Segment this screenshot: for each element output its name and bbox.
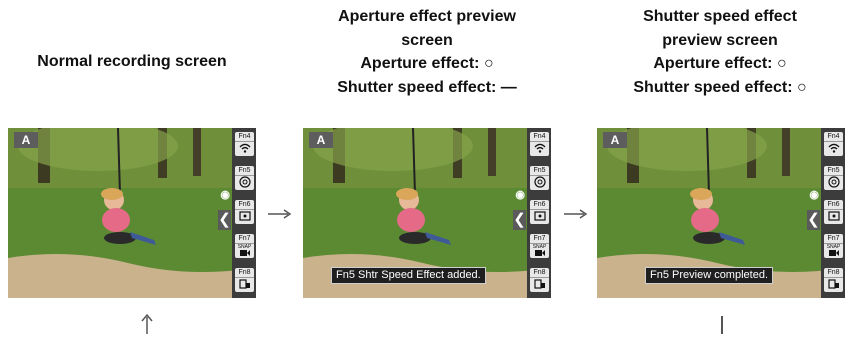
camera-screen-shutter-preview: A ◉ ❮ Fn4 Fn5 Fn6 Fn7 SNAP Fn8 Fn5 Previe…	[597, 128, 845, 298]
fn-button-strip: Fn4 Fn5 Fn6 Fn7 SNAP Fn8	[527, 128, 551, 298]
fn8-button[interactable]: Fn8	[824, 268, 843, 292]
preview-icon	[238, 279, 250, 289]
heading-shutter-preview: Shutter speed effect preview screen Aper…	[595, 5, 845, 99]
status-message: Fn5 Preview completed.	[645, 267, 773, 284]
mode-badge: A	[14, 132, 38, 148]
fn7-button[interactable]: Fn7 SNAP	[235, 234, 254, 258]
aperture-icon	[238, 176, 251, 188]
fn8-button[interactable]: Fn8	[235, 268, 254, 292]
fn-button-strip: Fn4 Fn5 Fn6 Fn7 SNAP Fn8	[232, 128, 256, 298]
heading-line: Aperture effect: ○	[653, 55, 787, 72]
fn-label: Fn6	[824, 200, 843, 210]
preview-icon	[533, 279, 545, 289]
fn-label: Fn5	[824, 166, 843, 176]
fn8-button[interactable]: Fn8	[530, 268, 549, 292]
chevron-left-icon[interactable]: ❮	[218, 210, 231, 230]
fn6-button[interactable]: Fn6	[824, 200, 843, 224]
arrow-right-icon	[564, 206, 588, 224]
heading-line: Aperture effect preview	[338, 8, 516, 25]
af-area-icon	[533, 211, 546, 221]
heading-line: preview screen	[662, 31, 778, 49]
fn-button-strip: Fn4 Fn5 Fn6 Fn7 SNAP Fn8	[821, 128, 845, 298]
fn-label: Fn7	[824, 234, 843, 244]
snap-movie-icon	[239, 250, 250, 256]
camera-screen-aperture-preview: A ◉ ❮ Fn4 Fn5 Fn6 Fn7 SNAP Fn8 Fn5 Shtr S…	[303, 128, 551, 298]
fn-label: Fn4	[235, 132, 254, 142]
status-message: Fn5 Shtr Speed Effect added.	[331, 267, 486, 284]
heading-line: screen	[401, 31, 453, 49]
heading-line: Normal recording screen	[37, 53, 227, 70]
snap-label: SNAP	[237, 244, 252, 250]
fn-label: Fn8	[235, 268, 254, 278]
fn7-button[interactable]: Fn7 SNAP	[824, 234, 843, 258]
heading-line: Aperture effect: ○	[360, 55, 494, 72]
af-glyph-icon: ◉	[515, 189, 525, 201]
af-area-icon	[827, 211, 840, 221]
snap-label: SNAP	[826, 244, 841, 250]
fn-label: Fn5	[235, 166, 254, 176]
fn-label: Fn7	[530, 234, 549, 244]
fn-label: Fn4	[824, 132, 843, 142]
fn7-button[interactable]: Fn7 SNAP	[530, 234, 549, 258]
heading-aperture-preview: Aperture effect preview screen Aperture …	[297, 5, 557, 99]
snap-movie-icon	[828, 250, 839, 256]
mode-badge: A	[603, 132, 627, 148]
fn4-wifi-button[interactable]: Fn4	[235, 132, 254, 156]
fn-label: Fn6	[235, 200, 254, 210]
aperture-icon	[827, 176, 840, 188]
wifi-icon	[239, 143, 250, 153]
af-glyph-icon: ◉	[809, 189, 819, 201]
heading-line: Shutter speed effect: —	[337, 78, 517, 96]
fn5-button[interactable]: Fn5	[824, 166, 843, 190]
heading-line: Shutter speed effect	[643, 8, 797, 25]
fn4-wifi-button[interactable]: Fn4	[530, 132, 549, 156]
fn4-wifi-button[interactable]: Fn4	[824, 132, 843, 156]
heading-normal-recording: Normal recording screen	[8, 50, 256, 74]
wifi-icon	[828, 143, 839, 153]
fn-label: Fn7	[235, 234, 254, 244]
wifi-icon	[534, 143, 545, 153]
fn-label: Fn6	[530, 200, 549, 210]
camera-screen-normal: A ◉ ❮ Fn4 Fn5 Fn6 Fn7 SNAP Fn8	[8, 128, 256, 298]
fn-label: Fn8	[824, 268, 843, 278]
fn-label: Fn5	[530, 166, 549, 176]
chevron-left-icon[interactable]: ❮	[807, 210, 820, 230]
flow-line	[721, 316, 723, 334]
fn5-button[interactable]: Fn5	[530, 166, 549, 190]
chevron-left-icon[interactable]: ❮	[513, 210, 526, 230]
fn6-button[interactable]: Fn6	[530, 200, 549, 224]
af-glyph-icon: ◉	[220, 189, 230, 201]
fn-label: Fn8	[530, 268, 549, 278]
heading-line: Shutter speed effect: ○	[633, 78, 807, 96]
snap-movie-icon	[534, 250, 545, 256]
arrow-up-icon	[140, 313, 154, 339]
snap-label: SNAP	[532, 244, 547, 250]
fn5-button[interactable]: Fn5	[235, 166, 254, 190]
preview-icon	[827, 279, 839, 289]
af-area-icon	[238, 211, 251, 221]
aperture-icon	[533, 176, 546, 188]
fn6-button[interactable]: Fn6	[235, 200, 254, 224]
arrow-right-icon	[268, 206, 292, 224]
fn-label: Fn4	[530, 132, 549, 142]
mode-badge: A	[309, 132, 333, 148]
